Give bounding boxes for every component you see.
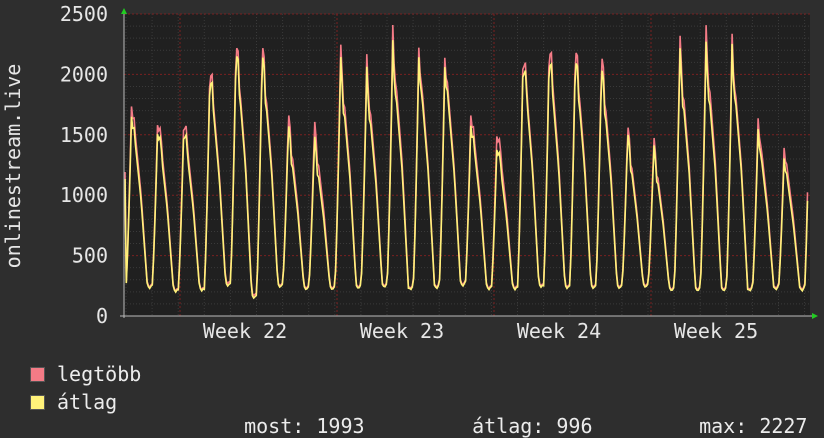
y-tick-label: 500 xyxy=(72,244,108,268)
stat-max-value: 2227 xyxy=(759,414,808,438)
y-axis-label: onlinestream.live xyxy=(1,64,25,269)
legend-swatch-atlag xyxy=(30,394,45,410)
stat-max: max: 2227 xyxy=(675,390,807,438)
y-tick-label: 2000 xyxy=(60,62,108,86)
stat-most-value: 1993 xyxy=(316,414,365,438)
stat-most: most: 1993 xyxy=(220,390,365,438)
stat-atlag-label: átlag: xyxy=(472,414,545,438)
y-tick-label: 0 xyxy=(96,304,108,328)
legend-item-atlag: átlag xyxy=(30,390,117,414)
y-axis-arrow-icon xyxy=(121,8,127,14)
y-tick-label: 1000 xyxy=(60,183,108,207)
y-tick-label: 2500 xyxy=(60,2,108,26)
x-tick-label: Week 25 xyxy=(674,319,758,343)
x-tick-label: Week 24 xyxy=(517,319,601,343)
chart: 05001000150020002500 Week 22 Week 23 Week … xyxy=(1,2,818,343)
stat-max-label: max: xyxy=(699,414,748,438)
stat-atlag: átlag: 996 xyxy=(448,390,593,438)
x-axis-arrow-icon xyxy=(812,313,818,319)
stat-most-label: most: xyxy=(244,414,305,438)
x-tick-label: Week 23 xyxy=(360,319,444,343)
x-tick-label: Week 22 xyxy=(203,319,287,343)
stat-atlag-value: 996 xyxy=(556,414,593,438)
x-axis-ticks: Week 22 Week 23 Week 24 Week 25 xyxy=(203,319,758,343)
legend-label-legtobb: legtöbb xyxy=(57,362,142,386)
legend-swatch-legtobb xyxy=(30,366,45,382)
y-axis-ticks: 0 500 1000 1500 2000 2500 xyxy=(60,2,108,328)
legend-item-legtobb: legtöbb xyxy=(30,362,141,386)
y-tick-label: 1500 xyxy=(60,123,108,147)
legend-label-atlag: átlag xyxy=(57,390,118,414)
